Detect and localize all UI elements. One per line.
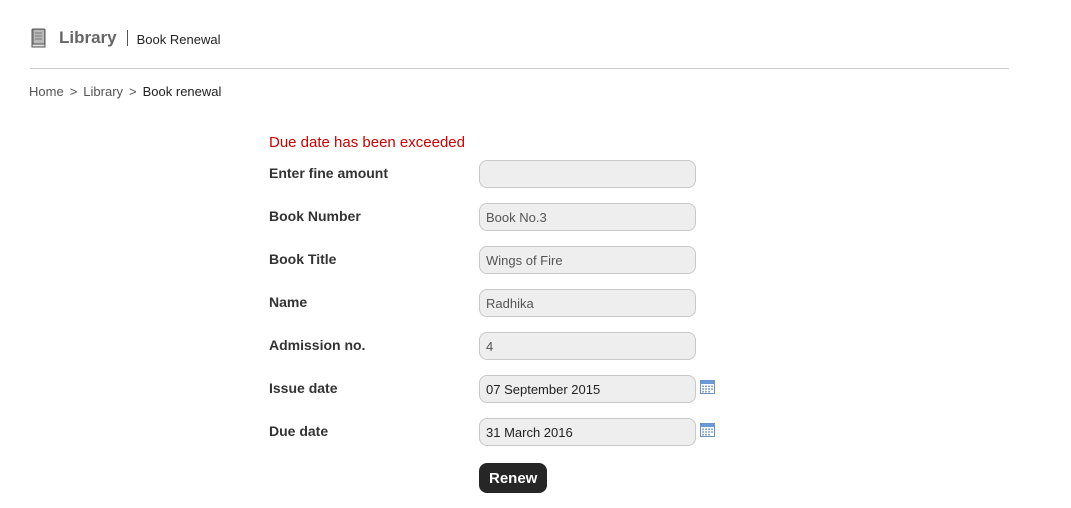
due-date-row: Due date [269, 418, 729, 448]
name-row: Name [269, 289, 729, 319]
page-title: Book Renewal [136, 32, 221, 47]
header-divider [30, 68, 1009, 69]
name-label: Name [269, 294, 308, 310]
book-number-label: Book Number [269, 208, 361, 224]
book-number-row: Book Number [269, 203, 729, 233]
issue-date-row: Issue date [269, 375, 729, 405]
admission-no-field[interactable] [479, 332, 696, 360]
name-field[interactable] [479, 289, 696, 317]
book-renewal-page: Library Book Renewal Home > Library > Bo… [0, 0, 1071, 508]
calendar-icon[interactable] [700, 423, 715, 437]
fine-amount-input[interactable] [479, 160, 696, 188]
breadcrumb: Home > Library > Book renewal [29, 84, 221, 99]
calendar-icon[interactable] [700, 380, 715, 394]
book-title-field[interactable] [479, 246, 696, 274]
module-title: Library [59, 28, 117, 47]
book-icon [30, 28, 48, 48]
fine-amount-row: Enter fine amount [269, 160, 729, 190]
page-header: Library Book Renewal [30, 26, 220, 50]
fine-amount-label: Enter fine amount [269, 165, 389, 181]
book-title-row: Book Title [269, 246, 729, 276]
book-title-label: Book Title [269, 251, 337, 267]
error-message: Due date has been exceeded [269, 134, 465, 151]
due-date-field[interactable] [479, 418, 696, 446]
admission-no-label: Admission no. [269, 337, 366, 353]
breadcrumb-library[interactable]: Library [83, 84, 123, 99]
title-divider [126, 30, 128, 46]
breadcrumb-home[interactable]: Home [29, 84, 64, 99]
admission-no-row: Admission no. [269, 332, 729, 362]
issue-date-label: Issue date [269, 380, 338, 396]
book-number-field[interactable] [479, 203, 696, 231]
issue-date-field[interactable] [479, 375, 696, 403]
due-date-label: Due date [269, 423, 329, 439]
renew-button[interactable]: Renew [479, 463, 548, 493]
breadcrumb-separator: > [129, 84, 137, 99]
breadcrumb-separator: > [69, 84, 78, 99]
breadcrumb-current: Book renewal [142, 84, 222, 99]
